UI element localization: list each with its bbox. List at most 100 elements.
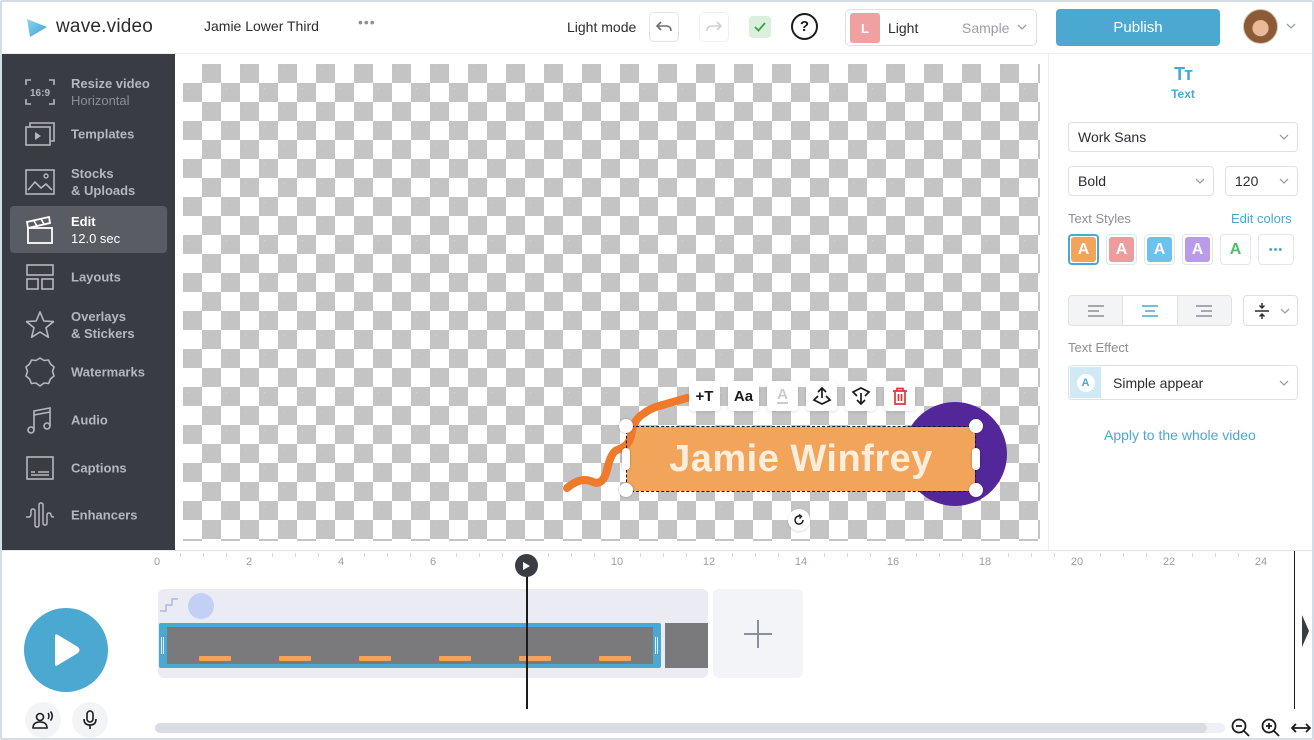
text-style-swatch[interactable]: A (1106, 234, 1137, 265)
playhead[interactable] (515, 554, 538, 577)
sidebar-item-layouts[interactable]: Layouts (10, 253, 167, 300)
tick-mark (916, 553, 917, 557)
mode-label: Light mode (567, 19, 637, 35)
resize-handle-bottom-left[interactable] (619, 483, 633, 497)
font-family-select[interactable]: Work Sans (1068, 122, 1298, 152)
line-spacing-icon (1255, 303, 1269, 319)
resize-handle-top-right[interactable] (969, 419, 983, 433)
sidebar-item-resize-video[interactable]: 16:9 Resize video Horizontal (10, 68, 167, 115)
clip-thumbnail-title (279, 656, 311, 661)
text-effect-value: Simple appear (1113, 375, 1204, 391)
bring-forward-button[interactable] (806, 381, 837, 411)
tick-mark (502, 553, 503, 557)
align-left-button[interactable] (1069, 296, 1124, 325)
sidebar-item-audio[interactable]: Audio (10, 396, 167, 443)
clip-thumbnail-title (359, 656, 391, 661)
sidebar-label: Templates (71, 126, 135, 141)
sidebar-label: Enhancers (71, 507, 138, 522)
clip-thumbnail-title (519, 656, 551, 661)
more-horizontal-icon[interactable]: ••• (358, 14, 376, 30)
send-backward-button[interactable] (845, 381, 876, 411)
style-letter: A (1071, 237, 1096, 262)
edit-colors-link[interactable]: Edit colors (1231, 211, 1292, 226)
voiceover-button[interactable] (25, 702, 61, 738)
avatar[interactable] (1243, 9, 1278, 44)
font-button[interactable]: Aa (728, 381, 759, 411)
delete-button[interactable] (884, 381, 915, 411)
play-icon (55, 634, 80, 666)
scroll-right-arrow-icon[interactable] (1302, 615, 1309, 647)
text-effect-select[interactable]: A Simple appear (1068, 365, 1298, 400)
redo-icon (706, 21, 722, 32)
time-ruler[interactable]: 024681012141618202224 (152, 551, 1292, 575)
resize-handle-bottom-right[interactable] (969, 483, 983, 497)
fit-width-button[interactable] (1290, 717, 1312, 738)
resize-handle-right[interactable] (972, 448, 980, 470)
tick-mark (1100, 553, 1101, 557)
zoom-in-button[interactable] (1260, 717, 1282, 738)
clip-trim-handle-right[interactable] (655, 637, 658, 654)
sidebar: 16:9 Resize video Horizontal Templates St… (2, 54, 175, 550)
selection-border (626, 426, 976, 492)
chevron-down-icon[interactable] (1286, 21, 1296, 31)
theme-sample: Sample (962, 20, 1010, 36)
tick-label: 10 (610, 556, 624, 568)
tick-label: 16 (886, 556, 900, 568)
tick-mark (686, 553, 687, 557)
font-weight-select[interactable]: Bold (1068, 166, 1214, 196)
text-style-swatch[interactable]: A (1182, 234, 1213, 265)
timeline-scrollbar[interactable] (155, 723, 1207, 733)
add-text-button[interactable]: +T (689, 381, 720, 411)
tick-mark (847, 553, 848, 557)
text-style-swatch[interactable]: A (1220, 234, 1251, 265)
zoom-out-button[interactable] (1230, 717, 1252, 738)
font-size-select[interactable]: 120 (1225, 166, 1298, 196)
tick-mark (410, 553, 411, 557)
undo-button[interactable] (649, 12, 679, 42)
apply-to-whole-video-link[interactable]: Apply to the whole video (1104, 427, 1256, 443)
playhead-line[interactable] (526, 575, 528, 709)
resize-handle-left[interactable] (622, 448, 630, 470)
redo-button[interactable] (699, 12, 729, 42)
logo[interactable]: wave.video (26, 15, 153, 39)
play-button[interactable] (24, 608, 108, 692)
sidebar-label: Audio (71, 412, 108, 427)
clip-trim-handle-left[interactable] (161, 637, 164, 654)
templates-icon (24, 118, 56, 150)
text-color-button[interactable]: A (767, 381, 798, 411)
resize-handle-top-left[interactable] (619, 419, 633, 433)
style-letter: A (1185, 237, 1210, 262)
sidebar-item-enhancers[interactable]: Enhancers (10, 491, 167, 538)
sidebar-item-watermarks[interactable]: Watermarks (10, 348, 167, 395)
sidebar-item-edit[interactable]: Edit 12.0 sec (10, 206, 167, 253)
rotate-handle[interactable] (788, 509, 810, 531)
line-spacing-select[interactable] (1243, 295, 1298, 326)
more-styles-button[interactable]: ••• (1258, 234, 1294, 265)
theme-select[interactable]: L Light Sample (845, 9, 1037, 46)
tick-label: 2 (245, 556, 253, 568)
align-right-button[interactable] (1177, 296, 1231, 325)
project-title[interactable]: Jamie Lower Third (204, 18, 319, 34)
text-style-swatch[interactable]: A (1144, 234, 1175, 265)
tick-mark (939, 553, 940, 557)
tick-mark (1146, 553, 1147, 557)
text-style-swatch[interactable]: A (1068, 234, 1099, 265)
check-icon (754, 22, 766, 32)
sidebar-item-templates[interactable]: Templates (10, 110, 167, 157)
scene-clip[interactable] (159, 623, 661, 668)
tab-text[interactable]: Tт Text (1157, 64, 1209, 101)
tick-mark (640, 553, 641, 557)
sidebar-label: Edit (71, 213, 96, 229)
sidebar-item-captions[interactable]: Captions (10, 444, 167, 491)
record-audio-button[interactable] (72, 702, 108, 738)
help-button[interactable]: ? (791, 13, 818, 40)
publish-button[interactable]: Publish (1056, 9, 1220, 46)
align-center-button[interactable] (1123, 296, 1178, 325)
plus-icon (744, 619, 772, 648)
add-scene-button[interactable] (713, 589, 803, 678)
scene-transition-icon[interactable] (158, 589, 218, 621)
tick-label: 14 (794, 556, 808, 568)
text-styles-list: A A A A A ••• (1068, 234, 1294, 265)
sidebar-item-overlays-stickers[interactable]: Overlays & Stickers (10, 301, 167, 348)
sidebar-item-stocks-uploads[interactable]: Stocks & Uploads (10, 158, 167, 205)
